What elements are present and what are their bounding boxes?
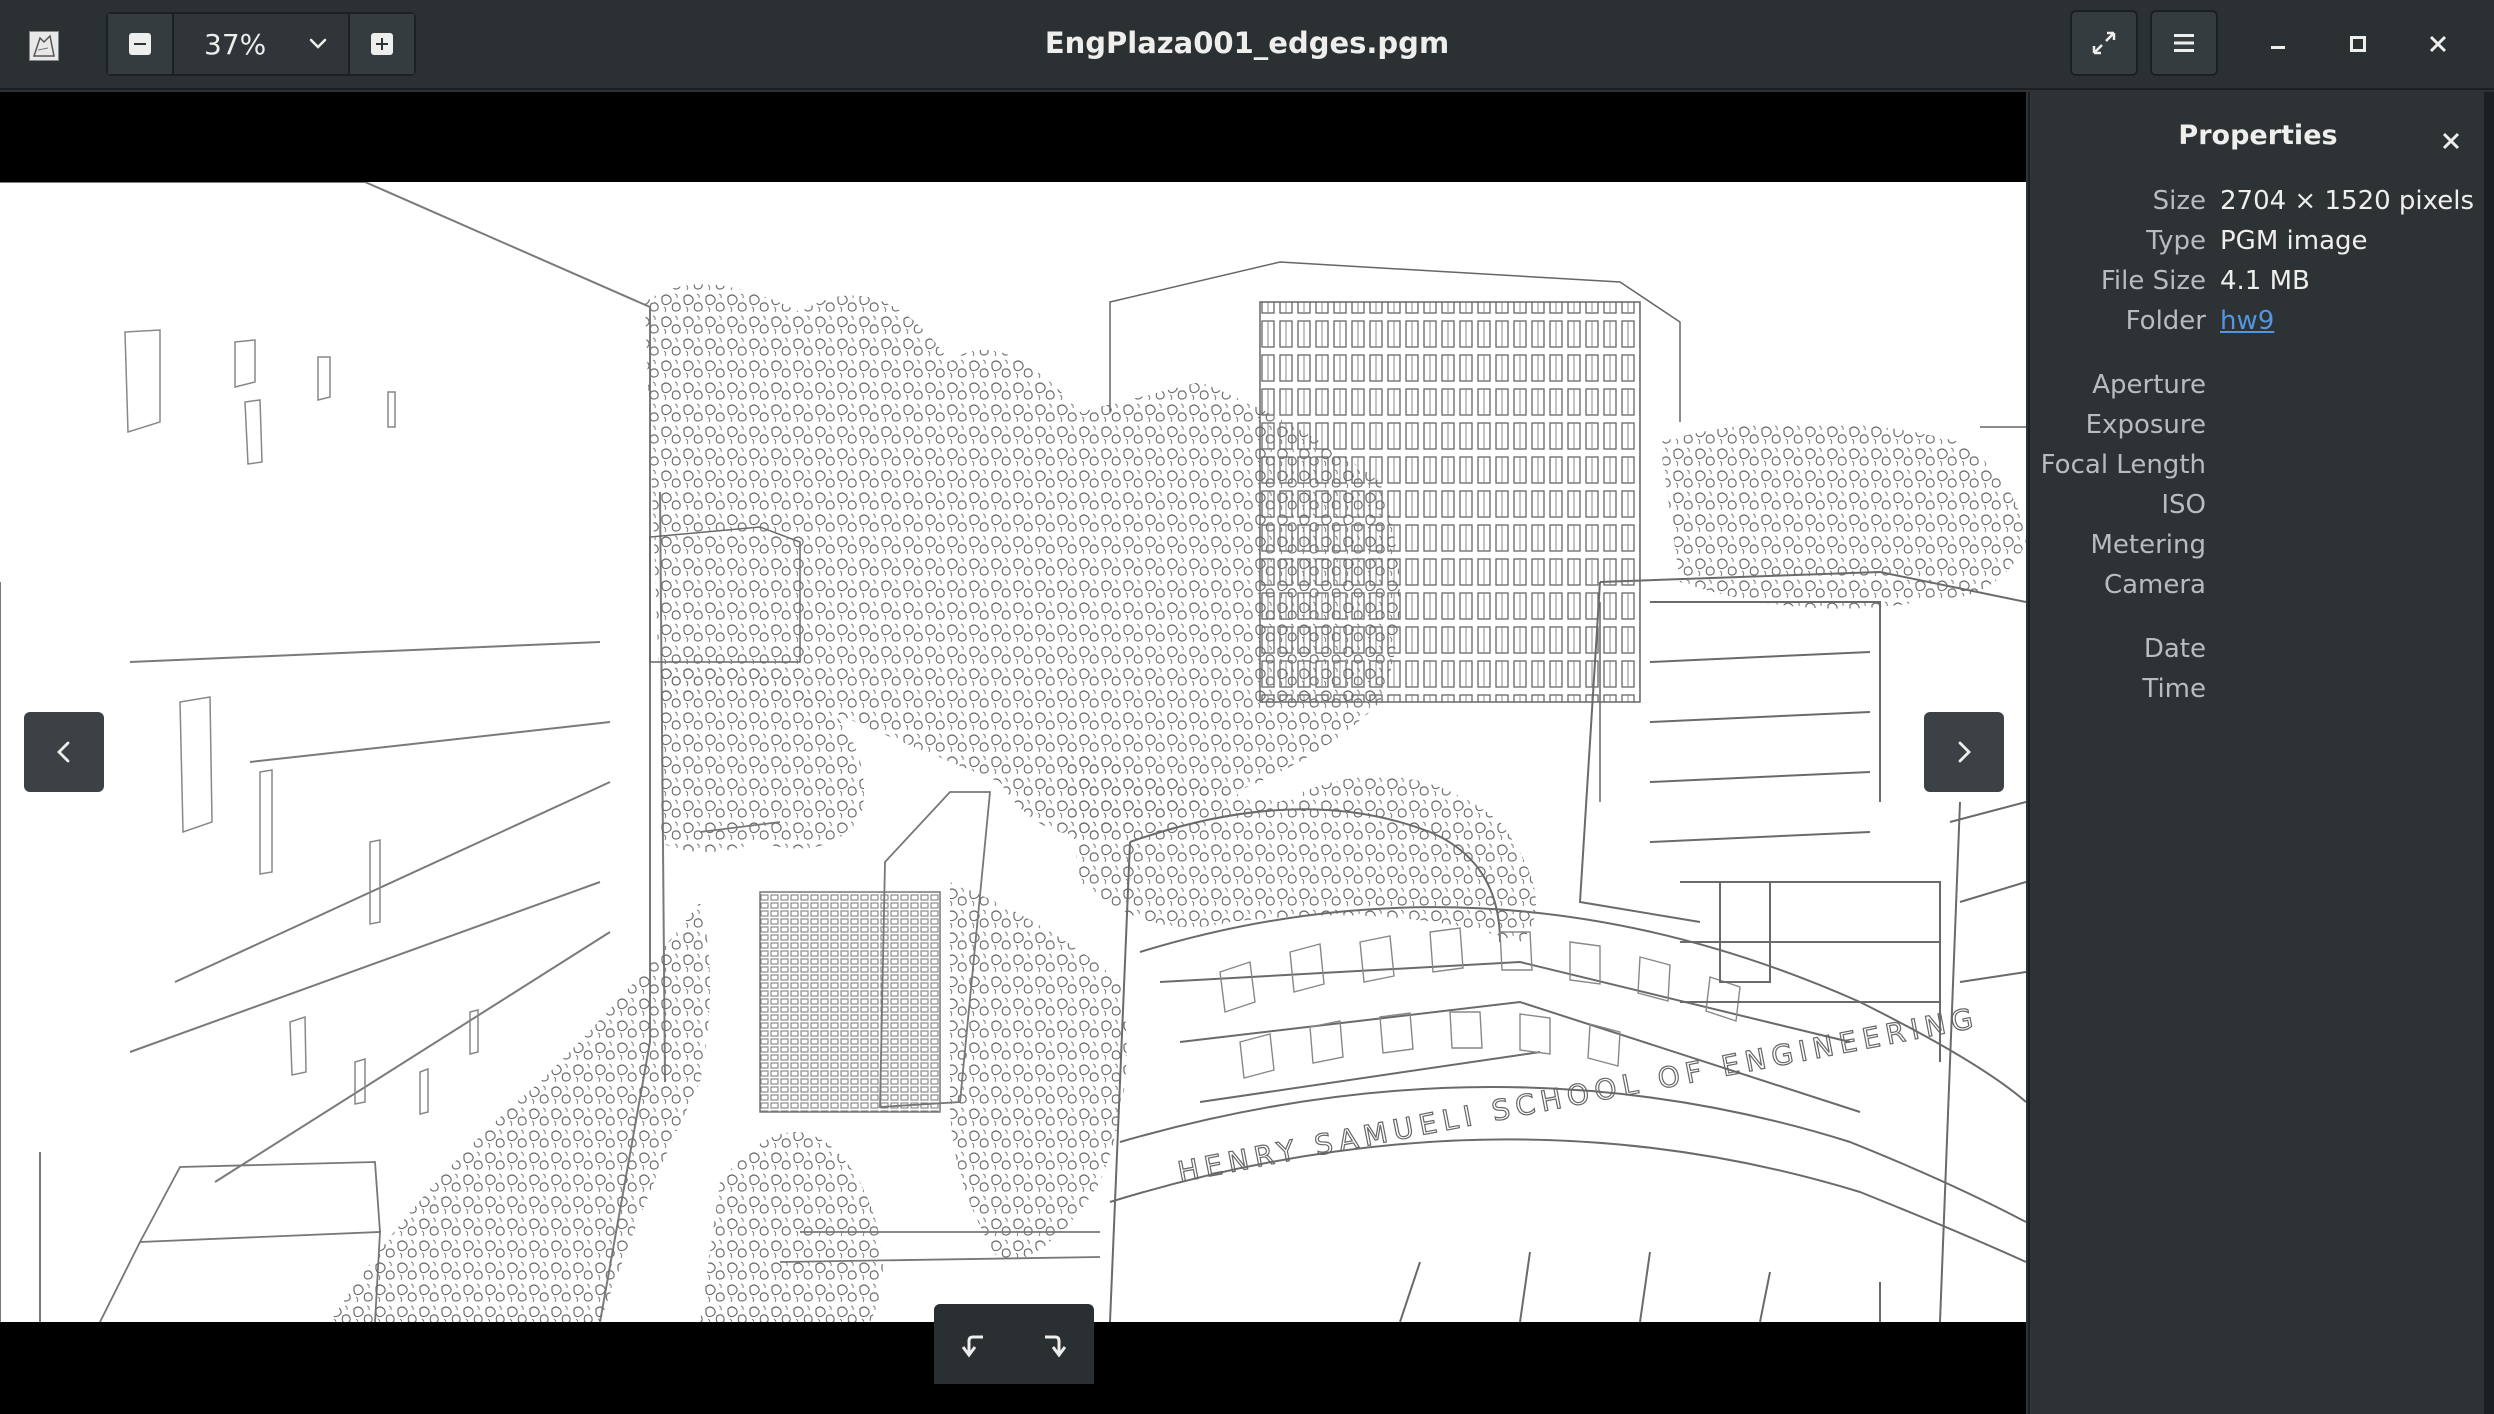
rotate-left-button[interactable]: [944, 1314, 1004, 1374]
chevron-left-icon: [57, 741, 70, 763]
hamburger-menu-icon: [2174, 34, 2194, 52]
fullscreen-button[interactable]: [2070, 10, 2138, 76]
edge-image-drawing: HENRY SAMUELI SCHOOL OF ENGINEERING: [0, 182, 2026, 1322]
property-label: Focal Length: [2040, 450, 2206, 480]
image-viewport[interactable]: HENRY SAMUELI SCHOOL OF ENGINEERING: [0, 92, 2026, 1414]
property-label: Date: [2143, 634, 2206, 664]
property-label: Camera: [2103, 570, 2206, 600]
property-aperture: Aperture: [2030, 370, 2486, 410]
property-camera: Camera: [2030, 570, 2486, 610]
property-label: Time: [2142, 674, 2206, 704]
property-value: 2704 × 1520 pixels: [2220, 186, 2474, 216]
main-menu-button[interactable]: [2150, 10, 2218, 76]
fullscreen-icon: [2092, 31, 2116, 55]
header-bar: 37% EngPlaza001_edges.pgm: [0, 0, 2494, 90]
chevron-down-icon: [309, 38, 327, 49]
close-icon: [2442, 132, 2460, 150]
zoom-level-dropdown[interactable]: 37%: [174, 14, 348, 74]
property-folder: Folder hw9: [2030, 306, 2486, 346]
maximize-icon: [2350, 36, 2366, 52]
property-label: Size: [2152, 186, 2206, 216]
rotate-right-icon: [1045, 1335, 1067, 1358]
rotate-toolbar: [934, 1304, 1094, 1384]
rotate-right-button[interactable]: [1024, 1314, 1084, 1374]
property-date: Date: [2030, 634, 2486, 674]
zoom-level-value: 37%: [204, 27, 267, 61]
properties-panel: Properties Size 2704 × 1520 pixels Type …: [2028, 92, 2484, 1414]
property-value: 4.1 MB: [2220, 266, 2310, 296]
minimize-icon: [2271, 46, 2285, 49]
minus-icon: [129, 33, 151, 55]
property-label: Aperture: [2092, 370, 2206, 400]
chevron-right-icon: [1958, 741, 1971, 763]
property-label: Type: [2146, 226, 2206, 256]
property-label: Exposure: [2085, 410, 2206, 440]
maximize-button[interactable]: [2332, 18, 2384, 70]
property-exposure: Exposure: [2030, 410, 2486, 450]
property-size: Size 2704 × 1520 pixels: [2030, 186, 2486, 226]
property-type: Type PGM image: [2030, 226, 2486, 266]
property-label: File Size: [2100, 266, 2206, 296]
zoom-controls: 37%: [106, 12, 416, 76]
property-iso: ISO: [2030, 490, 2486, 530]
folder-link[interactable]: hw9: [2220, 306, 2274, 336]
properties-title: Properties: [2178, 120, 2338, 151]
property-label: ISO: [2161, 490, 2206, 520]
zoom-out-button[interactable]: [108, 14, 174, 74]
zoom-in-button[interactable]: [348, 14, 414, 74]
edge-detected-photo: HENRY SAMUELI SCHOOL OF ENGINEERING: [0, 182, 2026, 1322]
minimize-button[interactable]: [2252, 18, 2304, 70]
property-time: Time: [2030, 674, 2486, 714]
app-thumbnail-icon: [29, 31, 59, 61]
window-border: [2484, 92, 2494, 1414]
rotate-left-icon: [961, 1335, 983, 1358]
property-metering: Metering: [2030, 530, 2486, 570]
next-image-button[interactable]: [1924, 712, 2004, 792]
property-label: Metering: [2090, 530, 2206, 560]
property-focal-length: Focal Length: [2030, 450, 2486, 490]
property-value: PGM image: [2220, 226, 2368, 256]
plus-icon: [371, 33, 393, 55]
close-icon: [2429, 35, 2447, 53]
close-window-button[interactable]: [2412, 18, 2464, 70]
previous-image-button[interactable]: [24, 712, 104, 792]
property-file-size: File Size 4.1 MB: [2030, 266, 2486, 306]
property-label: Folder: [2125, 306, 2206, 336]
properties-close-button[interactable]: [2434, 124, 2468, 158]
